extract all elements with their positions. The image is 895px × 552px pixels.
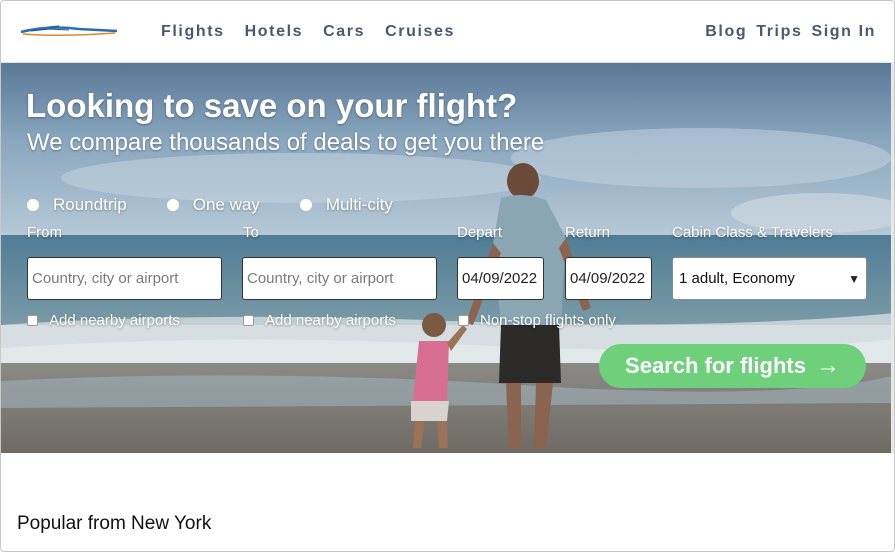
nav-cars[interactable]: Cars bbox=[323, 23, 365, 41]
return-label: Return bbox=[565, 224, 611, 241]
depart-label: Depart bbox=[457, 224, 503, 241]
popular-section-title: Popular from New York bbox=[17, 513, 212, 534]
site-header: Flights Hotels Cars Cruises Blog Trips S… bbox=[1, 1, 894, 63]
trip-type-radio-group: Roundtrip One way Multi-city bbox=[27, 195, 433, 215]
site-logo[interactable] bbox=[19, 23, 119, 39]
checkbox-label: Non-stop flights only bbox=[480, 312, 616, 329]
nav-flights[interactable]: Flights bbox=[161, 23, 225, 41]
checkbox-label: Add nearby airports bbox=[49, 312, 180, 329]
hero-section: Looking to save on your flight? We compa… bbox=[1, 63, 894, 453]
browser-frame: Flights Hotels Cars Cruises Blog Trips S… bbox=[0, 0, 895, 552]
search-flights-button[interactable]: Search for flights → bbox=[599, 344, 866, 388]
trip-type-one-way[interactable]: One way bbox=[166, 195, 260, 215]
return-date-input[interactable]: 04/09/2022 bbox=[565, 257, 652, 300]
radio-icon[interactable] bbox=[166, 199, 179, 211]
trip-type-multi-city[interactable]: Multi-city bbox=[299, 195, 393, 215]
nav-cruises[interactable]: Cruises bbox=[385, 23, 455, 41]
to-label: To bbox=[243, 224, 259, 241]
nav-sign-in[interactable]: Sign In bbox=[811, 23, 876, 41]
trip-type-label: Multi-city bbox=[325, 195, 393, 214]
from-nearby-checkbox[interactable]: Add nearby airports bbox=[27, 312, 180, 329]
chevron-down-icon: ▼ bbox=[848, 271, 860, 286]
cabin-travelers-label: Cabin Class & Travelers bbox=[672, 224, 833, 241]
radio-icon[interactable] bbox=[299, 199, 312, 211]
checkbox-icon[interactable] bbox=[27, 315, 38, 326]
nav-blog[interactable]: Blog bbox=[705, 23, 747, 41]
checkbox-icon[interactable] bbox=[243, 315, 254, 326]
nav-trips[interactable]: Trips bbox=[756, 23, 802, 41]
nonstop-checkbox[interactable]: Non-stop flights only bbox=[458, 312, 616, 329]
hero-subheadline: We compare thousands of deals to get you… bbox=[27, 129, 545, 156]
cabin-travelers-value: 1 adult, Economy bbox=[679, 270, 795, 287]
hero-headline: Looking to save on your flight? bbox=[26, 87, 518, 124]
to-nearby-checkbox[interactable]: Add nearby airports bbox=[243, 312, 396, 329]
to-input[interactable]: Country, city or airport bbox=[242, 257, 437, 300]
nav-hotels[interactable]: Hotels bbox=[245, 23, 304, 41]
checkbox-label: Add nearby airports bbox=[265, 312, 396, 329]
cabin-travelers-select[interactable]: 1 adult, Economy ▼ bbox=[672, 257, 867, 300]
arrow-right-icon: → bbox=[815, 352, 840, 379]
scrollbar[interactable] bbox=[891, 63, 894, 453]
depart-date-input[interactable]: 04/09/2022 bbox=[457, 257, 544, 300]
radio-icon[interactable] bbox=[27, 199, 39, 211]
trip-type-label: Roundtrip bbox=[53, 195, 127, 214]
primary-nav: Flights Hotels Cars Cruises bbox=[161, 23, 475, 41]
secondary-nav: Blog Trips Sign In bbox=[696, 23, 894, 41]
from-input[interactable]: Country, city or airport bbox=[27, 257, 222, 300]
search-button-label: Search for flights bbox=[625, 353, 806, 378]
trip-type-roundtrip[interactable]: Roundtrip bbox=[27, 195, 127, 215]
checkbox-icon[interactable] bbox=[458, 315, 469, 326]
from-label: From bbox=[27, 224, 62, 241]
trip-type-label: One way bbox=[192, 195, 260, 214]
